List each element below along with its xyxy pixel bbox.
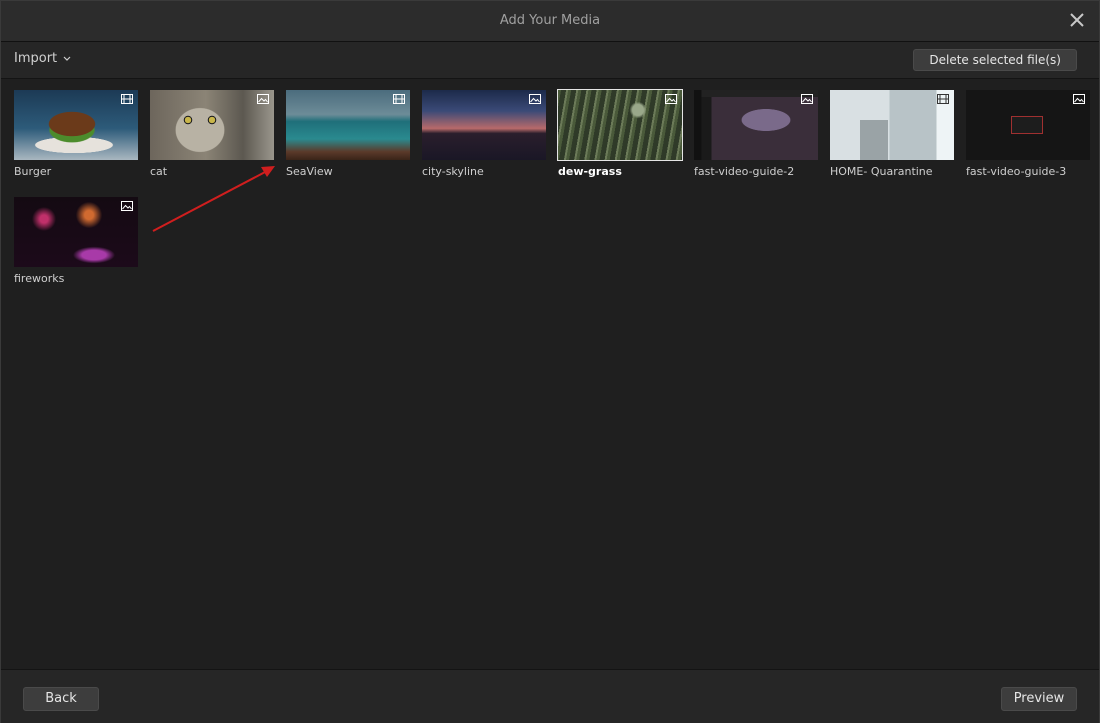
thumbnail[interactable] bbox=[422, 90, 546, 160]
media-item-home-quarantine[interactable]: HOME- Quarantine bbox=[830, 90, 954, 178]
image-icon bbox=[529, 94, 541, 104]
media-item-dew-grass[interactable]: dew-grass bbox=[557, 89, 683, 178]
back-button[interactable]: Back bbox=[23, 687, 99, 711]
media-label: SeaView bbox=[286, 165, 333, 178]
film-icon bbox=[937, 94, 949, 104]
thumbnail[interactable] bbox=[966, 90, 1090, 160]
image-icon bbox=[801, 94, 813, 104]
media-item-fireworks[interactable]: fireworks bbox=[14, 197, 138, 285]
thumbnail-selected[interactable] bbox=[557, 89, 683, 161]
delete-selected-button[interactable]: Delete selected file(s) bbox=[913, 49, 1077, 71]
thumbnail[interactable] bbox=[14, 90, 138, 160]
thumbnail[interactable] bbox=[150, 90, 274, 160]
thumbnail[interactable] bbox=[14, 197, 138, 267]
import-menu[interactable]: Import bbox=[14, 51, 71, 66]
title-bar: Add Your Media bbox=[1, 1, 1099, 42]
film-icon bbox=[393, 94, 405, 104]
image-icon bbox=[257, 94, 269, 104]
add-media-dialog: Add Your Media Import Delete selected fi… bbox=[0, 0, 1100, 723]
media-label: city-skyline bbox=[422, 165, 484, 178]
image-icon bbox=[121, 201, 133, 211]
media-item-burger[interactable]: Burger bbox=[14, 90, 138, 178]
media-item-city-skyline[interactable]: city-skyline bbox=[422, 90, 546, 178]
thumbnail[interactable] bbox=[830, 90, 954, 160]
dialog-title: Add Your Media bbox=[499, 13, 601, 28]
media-label: fast-video-guide-3 bbox=[966, 165, 1067, 178]
thumbnail[interactable] bbox=[694, 90, 818, 160]
thumbnail[interactable] bbox=[286, 90, 410, 160]
media-label: fireworks bbox=[14, 272, 65, 285]
media-label: dew-grass bbox=[558, 165, 622, 178]
toolbar: Import Delete selected file(s) bbox=[1, 42, 1099, 79]
footer-bar: Back Preview bbox=[1, 669, 1099, 723]
chevron-down-icon bbox=[63, 56, 71, 61]
media-item-fast-video-guide-2[interactable]: fast-video-guide-2 bbox=[694, 90, 818, 178]
media-label: HOME- Quarantine bbox=[830, 165, 933, 178]
film-icon bbox=[121, 94, 133, 104]
preview-button[interactable]: Preview bbox=[1001, 687, 1077, 711]
image-icon bbox=[665, 94, 677, 104]
image-icon bbox=[1073, 94, 1085, 104]
media-label: fast-video-guide-2 bbox=[694, 165, 795, 178]
import-label: Import bbox=[14, 51, 58, 66]
media-item-fast-video-guide-3[interactable]: fast-video-guide-3 bbox=[966, 90, 1090, 178]
annotation-arrow-icon bbox=[152, 166, 275, 232]
close-icon[interactable] bbox=[1067, 10, 1087, 30]
media-label: Burger bbox=[14, 165, 52, 178]
media-item-seaview[interactable]: SeaView bbox=[286, 90, 410, 178]
